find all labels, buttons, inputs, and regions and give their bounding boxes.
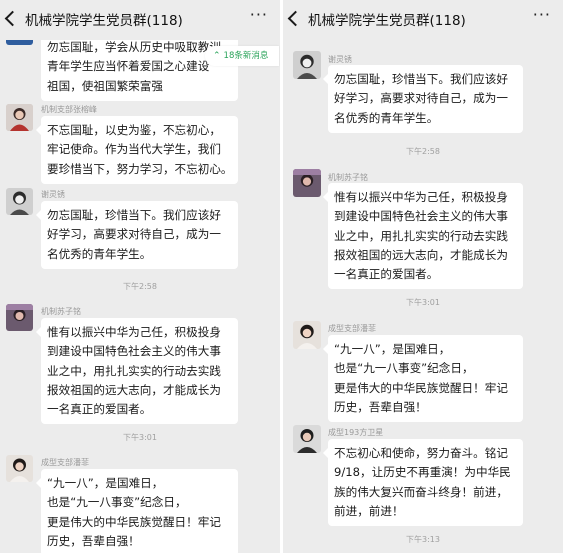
unread-messages-pill[interactable]: ⌃ 18条新消息 [205, 46, 279, 66]
sender-name: 机制苏子铭 [41, 307, 81, 316]
message-bubble[interactable]: 勿忘国耻，珍惜当下。我们应该好 好学习，高要求对待自己，成为一 名优秀的青年学生… [36, 201, 238, 269]
chat-panel-left: 勿忘国耻，学会从历史中吸取教训， 青年学生应当怀着爱国之心建设 祖国，使祖国繁荣… [0, 0, 280, 553]
message-bubble[interactable]: “九一八”，是国难日， 也是“九一八事变”纪念日， 更是伟大的中华民族觉醒日！牢… [36, 469, 238, 553]
avatar-image [293, 169, 321, 197]
sender-name: 成型支部潘菲 [328, 324, 376, 333]
avatar-image [293, 425, 321, 453]
sender-name: 机制苏子铭 [328, 173, 368, 182]
avatar[interactable] [6, 304, 33, 331]
sender-name: 谢灵锈 [328, 55, 352, 64]
chat-title: 机械学院学生党员群(118) [25, 13, 183, 29]
timestamp: 下午3:01 [406, 298, 440, 307]
more-options-icon[interactable]: ··· [533, 5, 551, 24]
avatar[interactable] [6, 455, 33, 482]
chat-panel-right: 机械学院学生党员群(118) ··· 谢灵锈 勿忘国耻，珍惜当下。我们应该好 好… [283, 0, 563, 553]
message-bubble[interactable]: 惟有以振兴中华为己任，积极投身 到建设中国特色社会主义的伟大事 业之中，用扎扎实… [36, 318, 238, 425]
message-bubble[interactable]: 不忘初心和使命，努力奋斗。铭记 9/18，让历史不再重演！为中华民 族的伟大复兴… [323, 439, 523, 527]
chat-header: 机械学院学生党员群(118) ··· [283, 0, 563, 40]
avatar-image [6, 455, 33, 482]
chat-header: 机械学院学生党员群(118) ··· [0, 0, 280, 40]
back-arrow-icon[interactable] [4, 10, 21, 27]
sender-name: 成型支部潘菲 [41, 458, 89, 467]
timestamp: 下午3:01 [123, 433, 157, 442]
message-bubble[interactable]: “九一八”，是国难日， 也是“九一八事变”纪念日， 更是伟大的中华民族觉醒日！牢… [323, 335, 523, 423]
chevron-up-icon: ⌃ [213, 51, 221, 61]
avatar[interactable] [293, 321, 321, 349]
avatar-image [6, 104, 33, 131]
more-options-icon[interactable]: ··· [250, 5, 268, 24]
avatar[interactable] [293, 169, 321, 197]
avatar-image [6, 304, 33, 331]
sender-name: 成型193方卫星 [328, 428, 384, 437]
avatar-image [293, 321, 321, 349]
message-bubble[interactable]: 惟有以振兴中华为己任，积极投身 到建设中国特色社会主义的伟大事 业之中，用扎扎实… [323, 183, 523, 290]
avatar-image [293, 51, 321, 79]
timestamp: 下午2:58 [406, 147, 440, 156]
avatar[interactable] [6, 104, 33, 131]
back-arrow-icon[interactable] [287, 10, 304, 27]
avatar[interactable] [293, 425, 321, 453]
timestamp: 下午3:13 [406, 535, 440, 544]
message-bubble[interactable]: 不忘国耻，以史为鉴，不忘初心， 牢记使命。作为当代大学生，我们 要珍惜当下，努力… [36, 116, 238, 184]
avatar[interactable] [6, 188, 33, 215]
unread-count-label: 18条新消息 [223, 51, 269, 61]
message-bubble[interactable]: 勿忘国耻，珍惜当下。我们应该好 好学习，高要求对待自己，成为一 名优秀的青年学生… [323, 65, 523, 133]
avatar-image [6, 188, 33, 215]
sender-name: 谢灵锈 [41, 190, 65, 199]
sender-name: 机制支部张榕峰 [41, 105, 97, 114]
message-bubble[interactable]: 勿忘国耻，学会从历史中吸取教训， 青年学生应当怀着爱国之心建设 祖国，使祖国繁荣… [41, 33, 238, 101]
avatar[interactable] [293, 51, 321, 79]
timestamp: 下午2:58 [123, 282, 157, 291]
chat-title: 机械学院学生党员群(118) [308, 13, 466, 29]
